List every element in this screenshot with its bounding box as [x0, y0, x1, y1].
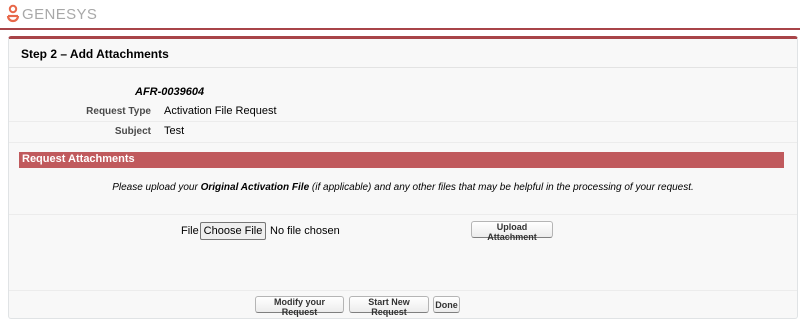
- instructions-post: (if applicable) and any other files that…: [309, 182, 694, 193]
- row-divider: [9, 142, 797, 143]
- start-new-request-button[interactable]: Start New Request: [349, 296, 429, 317]
- genesys-logo[interactable]: GENESYS: [5, 4, 97, 24]
- upload-attachment-button[interactable]: Upload Attachment: [471, 221, 553, 242]
- subject-value: Test: [164, 125, 185, 137]
- section-title: Request Attachments: [22, 153, 135, 165]
- done-button[interactable]: Done: [433, 296, 460, 313]
- page-title: Step 2 – Add Attachments: [21, 47, 169, 61]
- site-header: GENESYS: [0, 0, 800, 30]
- file-status-text: No file chosen: [270, 225, 340, 237]
- brand-name: GENESYS: [22, 5, 98, 23]
- footer-divider: [9, 290, 797, 291]
- attachments-panel: Step 2 – Add Attachments AFR-0039604 Req…: [8, 36, 798, 319]
- header-rule: [0, 28, 800, 30]
- request-number: AFR-0039604: [135, 86, 205, 98]
- subject-label: Subject: [114, 126, 151, 137]
- file-label: File: [181, 225, 199, 237]
- request-type-value: Activation File Request: [164, 105, 277, 117]
- section-header-attachments: Request Attachments: [19, 152, 784, 168]
- modify-request-button[interactable]: Modify your Request: [255, 296, 344, 317]
- request-type-label: Request Type: [86, 106, 151, 117]
- row-divider: [9, 121, 797, 122]
- instructions-bold: Original Activation File: [200, 182, 310, 193]
- row-divider: [9, 214, 797, 215]
- upload-instructions: Please upload your Original Activation F…: [9, 182, 797, 193]
- title-divider: [9, 67, 797, 68]
- instructions-pre: Please upload your: [112, 182, 201, 193]
- choose-file-button[interactable]: Choose File: [200, 222, 266, 240]
- genesys-logo-icon: [6, 4, 20, 23]
